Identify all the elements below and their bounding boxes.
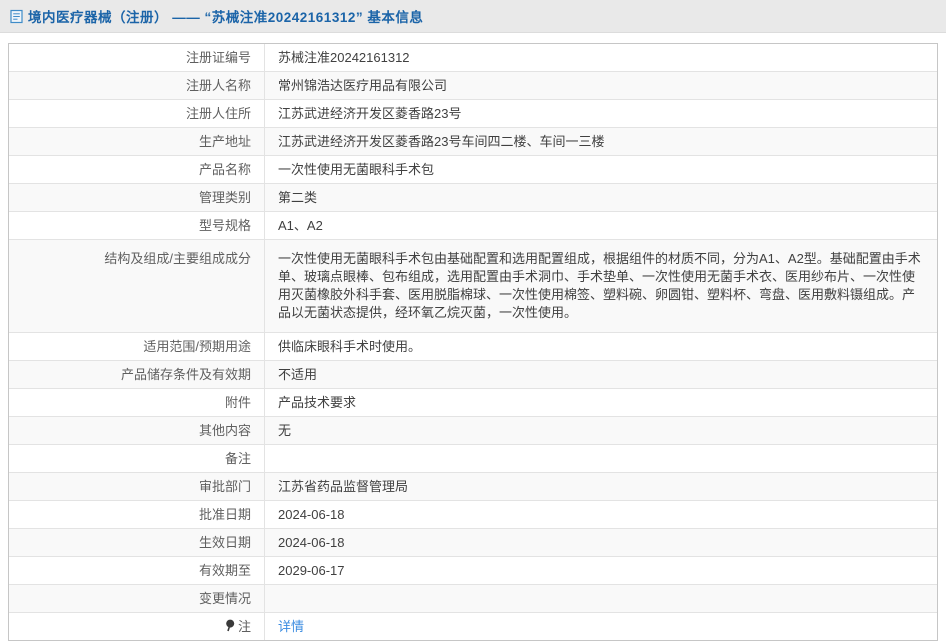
row-label: 型号规格 <box>9 212 265 239</box>
row-value: 一次性使用无菌眼科手术包 <box>278 162 435 177</box>
row-value: 第二类 <box>278 190 318 205</box>
row-label: 注册人名称 <box>9 72 265 99</box>
table-row: 产品名称 一次性使用无菌眼科手术包 <box>9 156 937 184</box>
row-value: 苏械注准20242161312 <box>278 50 410 65</box>
table-row: 适用范围/预期用途 供临床眼科手术时使用。 <box>9 333 937 361</box>
table-row: 其他内容无 <box>9 417 937 445</box>
table-row: 产品储存条件及有效期 不适用 <box>9 361 937 389</box>
row-label: 管理类别 <box>9 184 265 211</box>
row-value <box>265 445 937 472</box>
page-title: 境内医疗器械（注册） —— “苏械注准20242161312” 基本信息 <box>28 10 424 25</box>
row-label: 结构及组成/主要组成成分 <box>9 240 265 332</box>
row-label: 备注 <box>9 445 265 472</box>
row-label: 附件 <box>9 389 265 416</box>
row-label: 生产地址 <box>9 128 265 155</box>
row-value: 2024-06-18 <box>278 535 345 550</box>
detail-link[interactable]: 详情 <box>278 619 304 634</box>
table-row: 管理类别 第二类 <box>9 184 937 212</box>
table-row: 批准日期 2024-06-18 <box>9 501 937 529</box>
row-value: 详情 <box>265 613 937 640</box>
row-value: 常州锦浩达医疗用品有限公司 <box>278 78 448 93</box>
table-row: 审批部门 江苏省药品监督管理局 <box>9 473 937 501</box>
row-label: 注册证编号 <box>9 44 265 71</box>
row-label: 适用范围/预期用途 <box>9 333 265 360</box>
row-label: 产品储存条件及有效期 <box>9 361 265 388</box>
table-row: 生产地址 江苏武进经济开发区菱香路23号车间四二楼、车间一三楼 <box>9 128 937 156</box>
row-value: 2029-06-17 <box>278 563 345 578</box>
row-value: 不适用 <box>278 367 318 382</box>
row-value: 江苏武进经济开发区菱香路23号车间四二楼、车间一三楼 <box>278 134 605 149</box>
note-pin-icon <box>225 619 235 632</box>
table-row: 生效日期 2024-06-18 <box>9 529 937 557</box>
row-value: A1、A2 <box>278 218 323 233</box>
row-label: 产品名称 <box>9 156 265 183</box>
table-row: 注册证编号 苏械注准20242161312 <box>9 44 937 72</box>
row-value: 江苏省药品监督管理局 <box>278 479 409 494</box>
table-row: 注册人名称 常州锦浩达医疗用品有限公司 <box>9 72 937 100</box>
table-row: 注册人住所 江苏武进经济开发区菱香路23号 <box>9 100 937 128</box>
row-label: 批准日期 <box>9 501 265 528</box>
row-label: 其他内容 <box>9 417 265 444</box>
row-value: 供临床眼科手术时使用。 <box>278 339 422 354</box>
row-label: 生效日期 <box>9 529 265 556</box>
row-label: 审批部门 <box>9 473 265 500</box>
table-row: 型号规格 A1、A2 <box>9 212 937 240</box>
table-row: 附件 产品技术要求 <box>9 389 937 417</box>
row-value <box>265 585 937 612</box>
row-label: 有效期至 <box>9 557 265 584</box>
table-row: 注详情 <box>9 613 937 640</box>
row-label: 注册人住所 <box>9 100 265 127</box>
table-row: 结构及组成/主要组成成分 一次性使用无菌眼科手术包由基础配置和选用配置组成，根据组… <box>9 240 937 333</box>
row-value: 无 <box>278 423 292 438</box>
row-value: 江苏武进经济开发区菱香路23号 <box>278 106 462 121</box>
row-value: 产品技术要求 <box>278 395 357 410</box>
row-value: 一次性使用无菌眼科手术包由基础配置和选用配置组成，根据组件的材质不同，分为A1、… <box>278 251 921 320</box>
row-value: 2024-06-18 <box>278 507 345 522</box>
row-label: 变更情况 <box>9 585 265 612</box>
table-row: 备注 <box>9 445 937 473</box>
info-table: 注册证编号 苏械注准20242161312 注册人名称 常州锦浩达医疗用品有限公司 注册… <box>8 43 938 641</box>
table-row: 有效期至 2029-06-17 <box>9 557 937 585</box>
document-icon <box>10 9 23 24</box>
row-label: 注 <box>9 613 265 640</box>
table-row: 变更情况 <box>9 585 937 613</box>
header-bar: 境内医疗器械（注册） —— “苏械注准20242161312” 基本信息 <box>0 0 946 33</box>
